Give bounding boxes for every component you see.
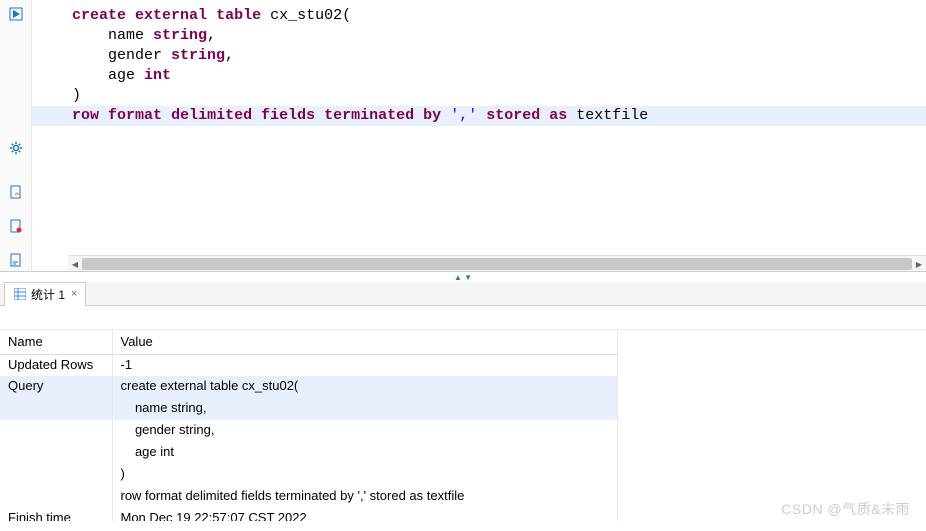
- import-icon[interactable]: [8, 218, 24, 234]
- splitter-handle-icon: ▲ ▼: [443, 274, 483, 280]
- table-row[interactable]: Querycreate external table cx_stu02(: [0, 376, 618, 398]
- tab-statistics-1[interactable]: 统计 1 ×: [4, 282, 86, 306]
- results-panel: Name Value Updated Rows-1Querycreate ext…: [0, 306, 926, 521]
- export-icon[interactable]: [8, 184, 24, 200]
- cell-value: row format delimited fields terminated b…: [112, 486, 618, 508]
- cell-name: Query: [0, 376, 112, 398]
- cell-name: [0, 420, 112, 442]
- results-table: Name Value Updated Rows-1Querycreate ext…: [0, 330, 618, 521]
- scrollbar-thumb[interactable]: [82, 258, 912, 270]
- horizontal-scrollbar[interactable]: ◀ ▶: [68, 255, 926, 271]
- table-row[interactable]: age int: [0, 442, 618, 464]
- table-row[interactable]: ): [0, 464, 618, 486]
- cell-value: name string,: [112, 398, 618, 420]
- cell-name: [0, 398, 112, 420]
- cell-name: [0, 486, 112, 508]
- results-toolbar-spacer: [0, 306, 926, 330]
- tab-label: 统计 1: [31, 286, 65, 303]
- cell-name: [0, 464, 112, 486]
- table-row[interactable]: Updated Rows-1: [0, 354, 618, 376]
- cell-value: gender string,: [112, 420, 618, 442]
- code-line[interactable]: name string,: [72, 26, 926, 46]
- cell-value: Mon Dec 19 22:57:07 CST 2022: [112, 508, 618, 521]
- table-icon: [13, 287, 27, 301]
- scroll-left-arrow[interactable]: ◀: [68, 256, 82, 272]
- code-line[interactable]: create external table cx_stu02(: [72, 6, 926, 26]
- editor-area: create external table cx_stu02( name str…: [0, 0, 926, 272]
- cell-value: create external table cx_stu02(: [112, 376, 618, 398]
- code-line[interactable]: row format delimited fields terminated b…: [32, 106, 926, 126]
- cell-value: age int: [112, 442, 618, 464]
- pane-splitter[interactable]: ▲ ▼: [0, 272, 926, 282]
- document-icon[interactable]: [8, 252, 24, 268]
- column-header-value[interactable]: Value: [112, 330, 618, 354]
- table-row[interactable]: name string,: [0, 398, 618, 420]
- column-header-name[interactable]: Name: [0, 330, 112, 354]
- editor-gutter: [0, 0, 32, 271]
- cell-value: ): [112, 464, 618, 486]
- tab-close-icon[interactable]: ×: [71, 288, 77, 300]
- code-line[interactable]: gender string,: [72, 46, 926, 66]
- cell-value: -1: [112, 354, 618, 376]
- table-row[interactable]: gender string,: [0, 420, 618, 442]
- scroll-right-arrow[interactable]: ▶: [912, 256, 926, 272]
- cell-name: Finish time: [0, 508, 112, 521]
- table-row[interactable]: row format delimited fields terminated b…: [0, 486, 618, 508]
- run-icon[interactable]: [8, 6, 24, 22]
- table-row[interactable]: Finish timeMon Dec 19 22:57:07 CST 2022: [0, 508, 618, 521]
- gear-icon[interactable]: [8, 140, 24, 156]
- code-pane: create external table cx_stu02( name str…: [32, 0, 926, 271]
- results-tab-bar: 统计 1 ×: [0, 282, 926, 306]
- code-editor[interactable]: create external table cx_stu02( name str…: [32, 0, 926, 255]
- code-line[interactable]: ): [72, 86, 926, 106]
- cell-name: Updated Rows: [0, 354, 112, 376]
- cell-name: [0, 442, 112, 464]
- code-line[interactable]: age int: [72, 66, 926, 86]
